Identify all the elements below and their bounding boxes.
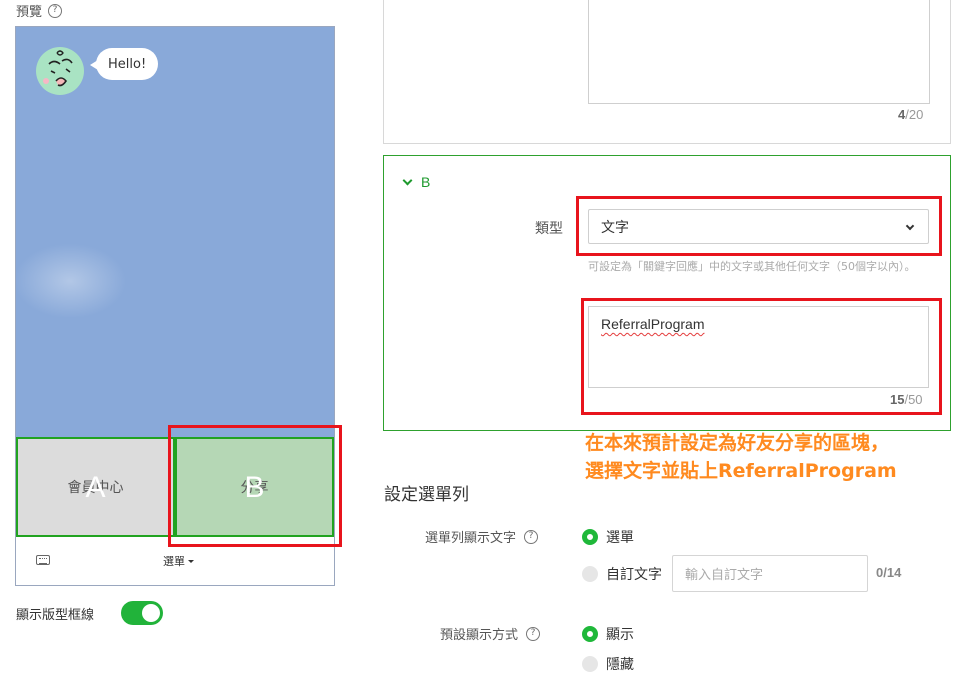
area-a-textarea[interactable] xyxy=(588,0,930,104)
display-text-row-label: 選單列顯示文字 ? xyxy=(425,527,539,546)
help-icon[interactable]: ? xyxy=(526,626,541,641)
preview-label: 預覽 ? xyxy=(16,1,63,20)
show-border-toggle[interactable] xyxy=(121,601,163,625)
radio-custom-label: 自訂文字 xyxy=(606,567,662,583)
highlight-type-select xyxy=(576,196,942,256)
caret-down-icon xyxy=(188,559,194,563)
radio-selected-icon xyxy=(582,529,598,545)
radio-menu-option[interactable]: 選單 xyxy=(582,527,634,547)
show-border-label: 顯示版型框線 xyxy=(16,608,95,623)
area-a-letter: A xyxy=(85,471,106,504)
default-display-row-label: 預設顯示方式 ? xyxy=(440,624,541,643)
radio-show-option[interactable]: 顯示 xyxy=(582,624,634,644)
menu-settings-title: 設定選單列 xyxy=(384,485,469,505)
annotation-line-1: 在本來預計設定為好友分享的區塊， xyxy=(585,432,890,454)
radio-custom-option[interactable]: 自訂文字 xyxy=(582,564,662,584)
display-text-label: 選單列顯示文字 xyxy=(425,531,517,546)
chat-bubble: Hello! xyxy=(89,48,159,80)
radio-menu-label: 選單 xyxy=(606,530,634,546)
highlight-text-input xyxy=(581,298,942,415)
help-icon[interactable]: ? xyxy=(48,3,63,18)
avatar xyxy=(36,47,84,95)
annotation-line-2: 選擇文字並貼上ReferralProgram xyxy=(585,460,897,482)
menu-bar-toggle[interactable]: 選單 xyxy=(163,553,194,569)
radio-unselected-icon xyxy=(582,656,598,672)
chat-background: Hello! xyxy=(16,27,334,437)
area-b-header[interactable]: B xyxy=(402,174,431,190)
radio-hide-option[interactable]: 隱藏 xyxy=(582,654,634,674)
chevron-down-icon xyxy=(402,175,413,185)
preview-title: 預覽 xyxy=(16,5,43,20)
help-icon[interactable]: ? xyxy=(524,529,539,544)
area-a-counter: 4/20 xyxy=(898,107,924,122)
cloud-decoration xyxy=(16,237,136,317)
avatar-face-icon xyxy=(43,50,73,87)
radio-selected-icon xyxy=(582,626,598,642)
radio-hide-label: 隱藏 xyxy=(606,657,634,673)
radio-show-label: 顯示 xyxy=(606,627,634,643)
keyboard-icon[interactable] xyxy=(36,555,50,565)
type-label: 類型 xyxy=(535,221,563,237)
type-hint: 可設定為「關鍵字回應」中的文字或其他任何文字（50個字以內）。 xyxy=(588,260,916,273)
radio-unselected-icon xyxy=(582,566,598,582)
default-display-label: 預設顯示方式 xyxy=(440,628,519,643)
highlight-area-b xyxy=(168,425,342,547)
menu-bar-label: 選單 xyxy=(163,555,185,568)
custom-text-input[interactable]: 輸入自訂文字 xyxy=(672,555,868,592)
custom-text-counter: 0/14 xyxy=(876,565,902,580)
annotation-note: 在本來預計設定為好友分享的區塊， 選擇文字並貼上ReferralProgram xyxy=(585,429,897,485)
area-b-title: B xyxy=(421,174,431,190)
menu-area-a[interactable]: 會員中心 A xyxy=(16,437,175,537)
